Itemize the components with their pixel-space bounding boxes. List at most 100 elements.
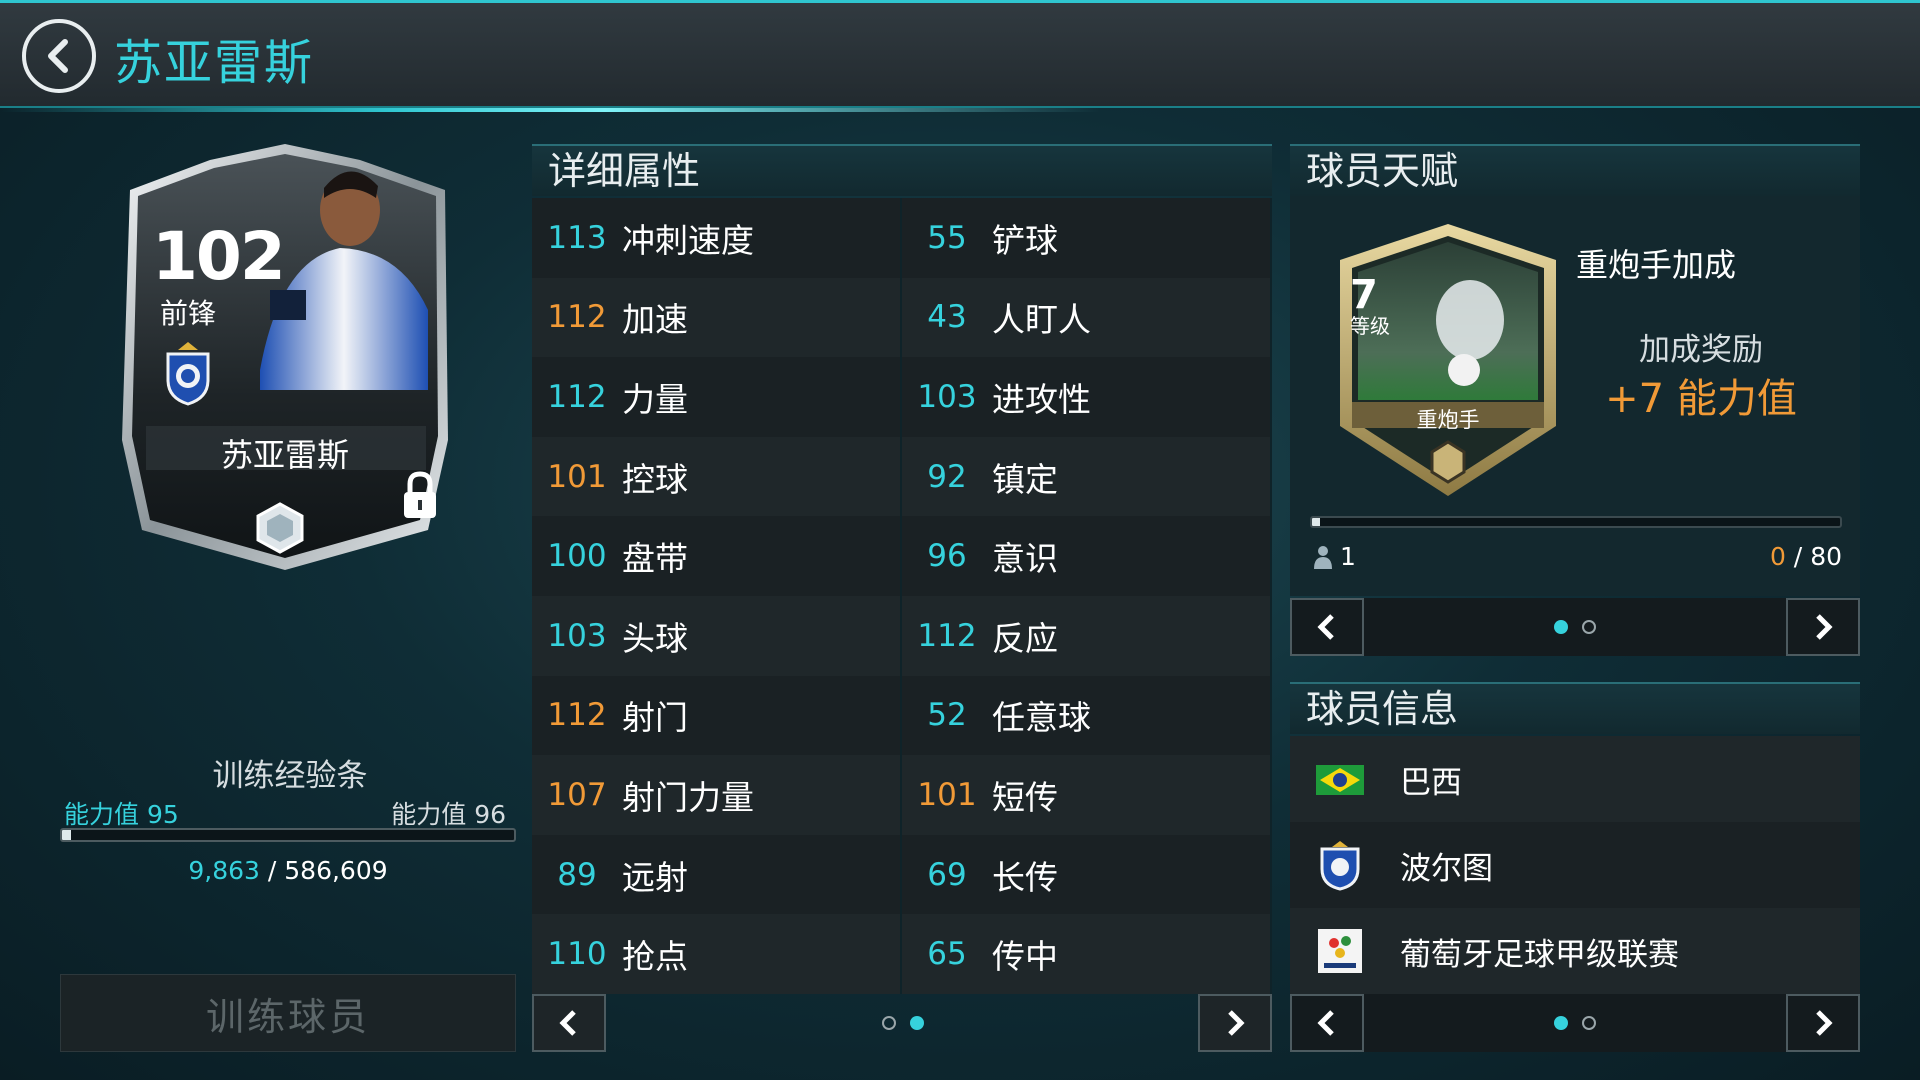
attribute-value: 107 bbox=[547, 776, 607, 813]
training-xp-bar bbox=[60, 828, 516, 842]
talent-page-dot-1[interactable] bbox=[1554, 620, 1568, 634]
chevron-right-icon bbox=[1816, 1010, 1833, 1036]
attribute-cell: 103 头球 bbox=[532, 595, 902, 676]
attribute-value: 101 bbox=[917, 776, 977, 813]
attribute-cell: 107 射门力量 bbox=[532, 755, 902, 835]
lock-icon bbox=[404, 471, 436, 518]
attribute-value: 43 bbox=[927, 299, 967, 336]
talent-panel: 7 等级 重炮手 重炮手加成 加成奖励 +7 能力值 1 0 / 80 bbox=[1290, 196, 1860, 596]
xp-next-value: 96 bbox=[474, 800, 506, 829]
xp-current-rating: 能力值 95 bbox=[64, 795, 179, 831]
attribute-value: 101 bbox=[547, 458, 607, 495]
talent-progress-separator: / bbox=[1793, 542, 1803, 571]
attribute-value: 112 bbox=[547, 378, 607, 415]
attribute-value: 69 bbox=[927, 856, 967, 893]
attribute-cell: 69 长传 bbox=[902, 834, 1272, 915]
talent-name: 重炮手加成 bbox=[1576, 246, 1737, 284]
back-button[interactable] bbox=[22, 19, 96, 93]
talent-progress-fill bbox=[1312, 518, 1320, 526]
training-xp-fill bbox=[62, 830, 72, 840]
attribute-row: 112 力量 103 进攻性 bbox=[532, 357, 1272, 437]
attributes-next-button[interactable] bbox=[1198, 994, 1272, 1052]
chevron-left-icon bbox=[559, 1010, 576, 1036]
attribute-cell: 65 传中 bbox=[902, 914, 1272, 994]
attribute-value: 100 bbox=[547, 538, 607, 575]
talent-prev-button[interactable] bbox=[1290, 598, 1364, 656]
attributes-page-dot-2[interactable] bbox=[910, 1016, 924, 1030]
attribute-cell: 112 力量 bbox=[532, 357, 902, 437]
attribute-cell: 101 控球 bbox=[532, 436, 902, 517]
attribute-name: 人盯人 bbox=[992, 300, 1091, 340]
person-icon bbox=[1314, 545, 1332, 569]
attribute-name: 控球 bbox=[622, 459, 688, 499]
attribute-name: 冲刺速度 bbox=[622, 220, 754, 260]
attribute-row: 113 冲刺速度 55 铲球 bbox=[532, 198, 1272, 278]
talent-progress-bar bbox=[1310, 516, 1842, 528]
attribute-name: 抢点 bbox=[622, 937, 688, 977]
attribute-name: 镇定 bbox=[992, 459, 1058, 499]
attribute-value: 112 bbox=[917, 617, 977, 654]
attribute-value: 92 bbox=[927, 458, 967, 495]
attribute-value: 55 bbox=[927, 219, 967, 256]
card-position: 前锋 bbox=[160, 297, 217, 330]
attribute-name: 长传 bbox=[992, 857, 1058, 897]
xp-total: 586,609 bbox=[284, 856, 388, 885]
talent-next-button[interactable] bbox=[1786, 598, 1860, 656]
attribute-name: 铲球 bbox=[992, 220, 1058, 260]
attribute-value: 113 bbox=[547, 219, 607, 256]
attribute-value: 103 bbox=[917, 378, 977, 415]
bonus-label: 加成奖励 bbox=[1639, 332, 1763, 368]
player-card[interactable]: 102 前锋 苏亚雷斯 bbox=[110, 140, 460, 580]
attribute-row: 110 抢点 65 传中 bbox=[532, 914, 1272, 994]
card-rating: 102 bbox=[152, 218, 286, 295]
attribute-name: 加速 bbox=[622, 300, 688, 340]
attribute-row: 100 盘带 96 意识 bbox=[532, 516, 1272, 596]
training-xp-title: 训练经验条 bbox=[212, 758, 368, 794]
league-logo-icon bbox=[1318, 929, 1362, 973]
xp-next-label: 能力值 bbox=[391, 800, 467, 829]
attribute-cell: 43 人盯人 bbox=[902, 277, 1272, 358]
attribute-value: 110 bbox=[547, 936, 607, 973]
xp-next-rating: 能力值 96 bbox=[391, 795, 506, 831]
attribute-name: 头球 bbox=[622, 618, 688, 658]
attribute-row: 103 头球 112 反应 bbox=[532, 595, 1272, 676]
attribute-value: 89 bbox=[557, 856, 597, 893]
attribute-row: 112 加速 43 人盯人 bbox=[532, 277, 1272, 358]
info-page-dot-1[interactable] bbox=[1554, 1016, 1568, 1030]
info-row-league: 葡萄牙足球甲级联赛 bbox=[1290, 908, 1860, 994]
talent-badge-name: 重炮手 bbox=[1416, 408, 1480, 432]
attribute-name: 短传 bbox=[992, 777, 1058, 817]
info-prev-button[interactable] bbox=[1290, 994, 1364, 1052]
info-row-nation: 巴西 bbox=[1290, 736, 1860, 822]
header-bar: 苏亚雷斯 bbox=[0, 0, 1920, 112]
attribute-name: 传中 bbox=[992, 937, 1058, 977]
attribute-cell: 100 盘带 bbox=[532, 516, 902, 596]
talent-page-dot-2[interactable] bbox=[1582, 620, 1596, 634]
talent-progress-current: 0 bbox=[1769, 542, 1786, 571]
xp-separator: / bbox=[267, 856, 277, 885]
club-crest-icon bbox=[166, 342, 210, 406]
attribute-cell: 55 铲球 bbox=[902, 198, 1272, 278]
attribute-row: 89 远射 69 长传 bbox=[532, 834, 1272, 915]
attribute-cell: 96 意识 bbox=[902, 516, 1272, 596]
attribute-row: 107 射门力量 101 短传 bbox=[532, 755, 1272, 835]
info-next-button[interactable] bbox=[1786, 994, 1860, 1052]
page-title: 苏亚雷斯 bbox=[114, 35, 315, 91]
bonus-value: +7 能力值 bbox=[1605, 376, 1797, 422]
attributes-prev-button[interactable] bbox=[532, 994, 606, 1052]
attributes-page-dot-1[interactable] bbox=[882, 1016, 896, 1030]
xp-current-value: 95 bbox=[146, 800, 179, 829]
attribute-name: 意识 bbox=[992, 539, 1058, 579]
talent-badge-icon[interactable] bbox=[1330, 220, 1566, 500]
attribute-cell: 101 短传 bbox=[902, 755, 1272, 835]
attribute-value: 112 bbox=[547, 697, 607, 734]
chevron-right-icon bbox=[1228, 1010, 1245, 1036]
player-info-header: 球员信息 bbox=[1290, 682, 1860, 734]
attribute-cell: 103 进攻性 bbox=[902, 357, 1272, 437]
info-page-dot-2[interactable] bbox=[1582, 1016, 1596, 1030]
chevron-right-icon bbox=[1816, 614, 1833, 640]
attribute-value: 112 bbox=[547, 299, 607, 336]
talent-level-label: 等级 bbox=[1350, 314, 1390, 338]
train-player-button[interactable]: 训练球员 bbox=[60, 974, 516, 1052]
attributes-header: 详细属性 bbox=[532, 144, 1272, 196]
